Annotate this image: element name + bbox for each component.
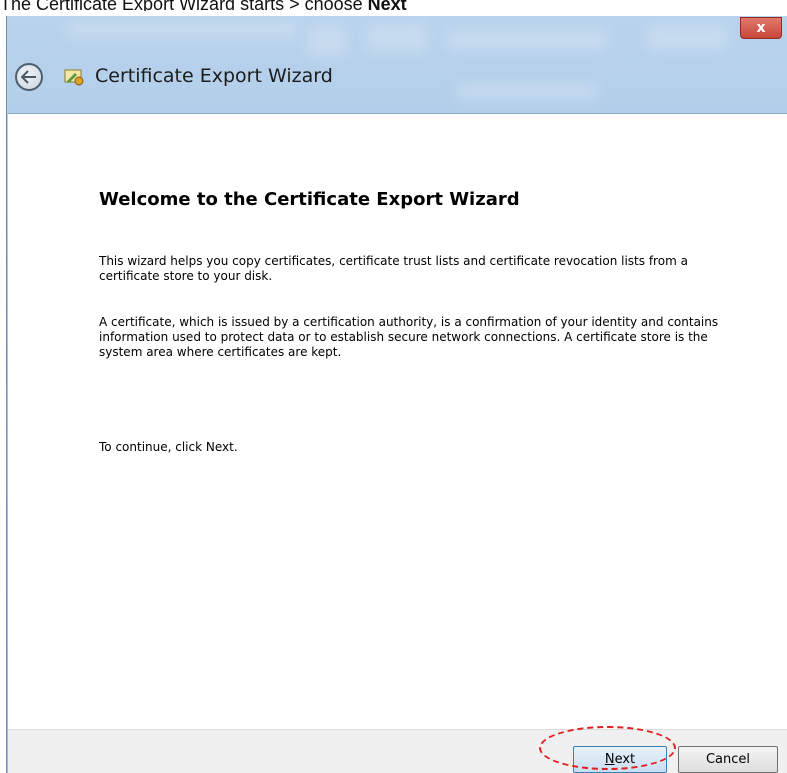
next-mnemonic: N	[604, 752, 615, 767]
button-bar: Next Cancel	[8, 729, 787, 773]
caption-emphasis: Next	[367, 0, 407, 11]
wizard-heading: Welcome to the Certificate Export Wizard	[99, 189, 520, 210]
title-bar: Certificate Export Wizard	[7, 51, 787, 111]
window-title: Certificate Export Wizard	[95, 65, 333, 87]
certificate-paragraph: A certificate, which is issued by a cert…	[99, 315, 719, 359]
caption-prefix: The Certificate Export Wizard starts > c…	[0, 0, 368, 11]
cancel-button[interactable]: Cancel	[678, 746, 778, 773]
intro-paragraph: This wizard helps you copy certificates,…	[99, 254, 688, 283]
wizard-content: Welcome to the Certificate Export Wizard…	[8, 113, 787, 730]
back-arrow-icon	[21, 70, 36, 84]
tutorial-caption: The Certificate Export Wizard starts > c…	[0, 0, 787, 11]
continue-paragraph: To continue, click Next.	[99, 440, 238, 454]
next-button[interactable]: Next	[573, 746, 667, 773]
back-button[interactable]	[15, 63, 43, 91]
page: The Certificate Export Wizard starts > c…	[0, 0, 787, 773]
wizard-window: x Certificate Export Wizard Welcome to t…	[6, 16, 787, 773]
next-label: ext	[614, 752, 636, 767]
close-button[interactable]: x	[740, 17, 782, 39]
close-icon: x	[756, 20, 766, 36]
certificate-icon	[64, 69, 84, 86]
